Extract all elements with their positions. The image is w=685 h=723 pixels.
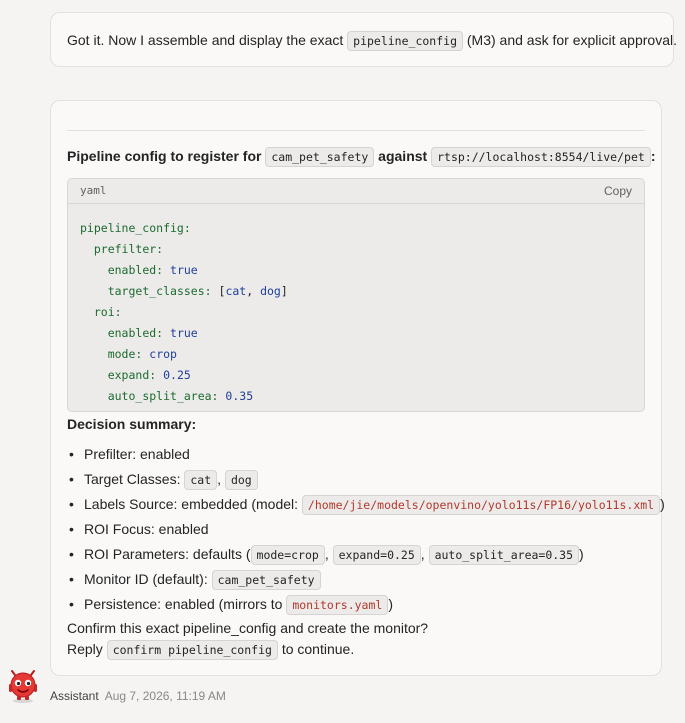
code-line: pipeline_config: (80, 218, 632, 239)
previous-message-bubble: Got it. Now I assemble and display the e… (50, 12, 677, 67)
divider (67, 130, 645, 131)
sender-name: Assistant (50, 689, 99, 703)
roi-param-code: expand=0.25 (332, 545, 421, 565)
monitor-id-code: cam_pet_safety (211, 570, 321, 590)
confirm-command-code: confirm pipeline_config (106, 640, 278, 660)
yaml-key: prefilter: (93, 242, 164, 256)
reply-instruction: Reply confirm pipeline_config to continu… (67, 640, 355, 660)
yaml-value: [cat, dog] (219, 284, 288, 298)
yaml-value: 0.35 (225, 389, 254, 403)
list-item: ROI Parameters: defaults (mode=crop, exp… (67, 544, 665, 569)
reply-text: Reply (67, 641, 107, 657)
yaml-value: crop (149, 347, 177, 361)
list-item-text: ) (660, 496, 665, 512)
code-block-body: pipeline_config: prefilter: enabled: tru… (68, 204, 644, 407)
target-class-code: cat (184, 470, 218, 490)
message-text: Got it. Now I assemble and display the e… (67, 32, 348, 48)
roi-param-code: auto_split_area=0.35 (428, 545, 580, 565)
target-class-code: dog (224, 470, 258, 490)
decision-summary-title: Decision summary: (67, 416, 197, 432)
heading-text: against (374, 148, 432, 164)
list-item: Monitor ID (default): cam_pet_safety (67, 569, 665, 594)
message-timestamp: Aug 7, 2026, 11:19 AM (104, 689, 226, 703)
code-line: roi: (80, 302, 632, 323)
message-text: (M3) and ask for explicit approval. (463, 32, 677, 48)
code-line: auto_split_area: 0.35 (80, 386, 632, 407)
reply-text: to continue. (277, 641, 355, 657)
yaml-key: pipeline_config: (80, 221, 191, 235)
monitor-id-code: cam_pet_safety (265, 147, 375, 167)
heading-text: Pipeline config to register for (67, 148, 266, 164)
list-item: Labels Source: embedded (model: /home/ji… (67, 494, 665, 519)
yaml-list-token: cat (225, 284, 247, 298)
list-item: Prefilter: enabled (67, 444, 665, 469)
red-robot-avatar-icon (6, 669, 40, 703)
model-path-code: /home/jie/models/openvino/yolo11s/FP16/y… (301, 495, 661, 515)
code-line: mode: crop (80, 344, 632, 365)
yaml-value: true (170, 326, 198, 340)
persistence-file-code: monitors.yaml (286, 595, 389, 615)
pipeline-heading: Pipeline config to register for cam_pet_… (67, 147, 656, 167)
code-line: target_classes: [cat, dog] (80, 281, 632, 302)
confirm-question: Confirm this exact pipeline_config and c… (67, 620, 429, 636)
yaml-list-token: dog (260, 284, 281, 298)
list-item: ROI Focus: enabled (67, 519, 665, 544)
yaml-value: true (170, 263, 198, 277)
yaml-key: target_classes: (107, 284, 212, 298)
roi-param-code: mode=crop (250, 545, 325, 565)
list-item: Persistence: enabled (mirrors to monitor… (67, 594, 665, 619)
yaml-key: mode: (107, 347, 143, 361)
heading-text: : (650, 148, 656, 164)
list-item-text: ROI Parameters: defaults ( (84, 546, 251, 562)
yaml-key: roi: (93, 305, 122, 319)
code-line: enabled: true (80, 260, 632, 281)
yaml-key: auto_split_area: (107, 389, 219, 403)
copy-button[interactable]: Copy (604, 184, 632, 198)
yaml-list-token: , (246, 284, 261, 298)
yaml-key: enabled: (107, 326, 164, 340)
list-item-text: Monitor ID (default): (84, 571, 212, 587)
list-item-text: ) (579, 546, 584, 562)
list-item-text: Target Classes: (84, 471, 185, 487)
yaml-code-block: yaml Copy pipeline_config: prefilter: en… (67, 178, 645, 412)
message-footer: Assistant Aug 7, 2026, 11:19 AM (50, 689, 226, 703)
source-url-code: rtsp://localhost:8554/live/pet (431, 147, 651, 167)
code-line: prefilter: (80, 239, 632, 260)
assistant-message-bubble: Pipeline config to register for cam_pet_… (50, 100, 665, 676)
list-item-text: ) (388, 596, 393, 612)
inline-code: pipeline_config (347, 31, 463, 51)
previous-message-text: Got it. Now I assemble and display the e… (67, 31, 677, 51)
list-item-text: Persistence: enabled (mirrors to (84, 596, 287, 612)
list-item-text: ROI Focus: enabled (84, 521, 209, 537)
list-item: Target Classes: cat, dog (67, 469, 665, 494)
code-line: expand: 0.25 (80, 365, 632, 386)
code-block-header: yaml Copy (68, 179, 644, 204)
code-language-label: yaml (80, 184, 107, 197)
list-item-text: Labels Source: embedded (model: (84, 496, 302, 512)
yaml-value: 0.25 (163, 368, 191, 382)
decision-summary-list: Prefilter: enabled Target Classes: cat, … (67, 444, 665, 619)
yaml-key: expand: (107, 368, 157, 382)
code-line: enabled: true (80, 323, 632, 344)
yaml-list-token: ] (280, 284, 288, 298)
list-item-text: Prefilter: enabled (84, 446, 190, 462)
yaml-key: enabled: (107, 263, 164, 277)
